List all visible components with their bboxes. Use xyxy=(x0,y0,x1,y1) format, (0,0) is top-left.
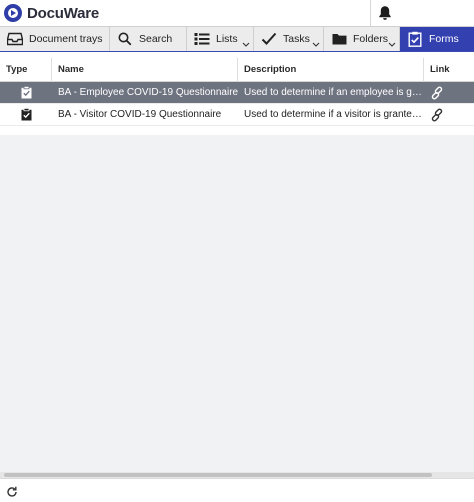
form-link-button[interactable] xyxy=(424,82,474,104)
tab-label: Document trays xyxy=(29,33,103,45)
scrollbar-thumb[interactable] xyxy=(4,473,432,477)
table-row[interactable]: BA - Employee COVID-19 Questionnaire Use… xyxy=(0,82,474,104)
chevron-down-icon xyxy=(242,38,250,50)
notifications-button[interactable] xyxy=(370,0,398,26)
clipboard-check-icon xyxy=(21,86,31,99)
chevron-down-icon xyxy=(388,38,396,50)
app-header: DocuWare xyxy=(0,0,474,26)
chevron-down-icon xyxy=(312,38,320,50)
tab-document-trays[interactable]: Document trays xyxy=(0,27,110,51)
tab-forms[interactable]: Forms xyxy=(400,27,474,51)
tab-folders[interactable]: Folders xyxy=(324,27,400,51)
main-nav-tabs: Document trays Search Lists Tasks Folder… xyxy=(0,26,474,52)
brand-name: DocuWare xyxy=(27,4,100,22)
footer-bar xyxy=(0,478,474,502)
clipboard-check-icon xyxy=(406,31,424,47)
form-description: Used to determine if a visitor is grante… xyxy=(244,108,424,120)
tab-label: Search xyxy=(139,33,173,45)
list-icon xyxy=(193,31,211,47)
form-type-icon xyxy=(0,104,52,126)
docuware-logo-icon xyxy=(4,4,22,22)
search-icon xyxy=(116,31,134,47)
column-header-link[interactable]: Link xyxy=(424,58,474,82)
form-link-button[interactable] xyxy=(424,104,474,126)
forms-table: Type Name Description Link BA - Employee… xyxy=(0,57,474,126)
refresh-icon xyxy=(7,486,17,497)
table-row[interactable]: BA - Visitor COVID-19 Questionnaire Used… xyxy=(0,104,474,126)
table-empty-area xyxy=(0,135,474,472)
bell-icon xyxy=(378,6,391,20)
folder-icon xyxy=(330,31,348,47)
form-type-icon xyxy=(0,82,52,104)
tab-label: Forms xyxy=(429,33,459,45)
link-icon xyxy=(431,86,443,99)
form-description: Used to determine if an employee is gran… xyxy=(244,86,424,98)
column-header-name[interactable]: Name xyxy=(52,57,238,82)
column-header-type[interactable]: Type xyxy=(0,57,52,82)
form-name: BA - Employee COVID-19 Questionnaire xyxy=(58,87,238,98)
form-name: BA - Visitor COVID-19 Questionnaire xyxy=(58,109,222,120)
checkmark-icon xyxy=(260,31,278,47)
tab-label: Tasks xyxy=(283,33,310,45)
clipboard-check-icon xyxy=(21,108,31,121)
tab-tasks[interactable]: Tasks xyxy=(254,27,324,51)
tab-label: Folders xyxy=(353,33,389,45)
tab-label: Lists xyxy=(216,33,238,45)
tray-icon xyxy=(6,31,24,47)
refresh-button[interactable] xyxy=(5,485,19,499)
docuware-logo: DocuWare xyxy=(4,3,99,23)
column-header-description[interactable]: Description xyxy=(238,57,424,82)
tab-search[interactable]: Search xyxy=(110,27,187,51)
table-header: Type Name Description Link xyxy=(0,57,474,82)
link-icon xyxy=(431,108,443,121)
tab-lists[interactable]: Lists xyxy=(187,27,254,51)
